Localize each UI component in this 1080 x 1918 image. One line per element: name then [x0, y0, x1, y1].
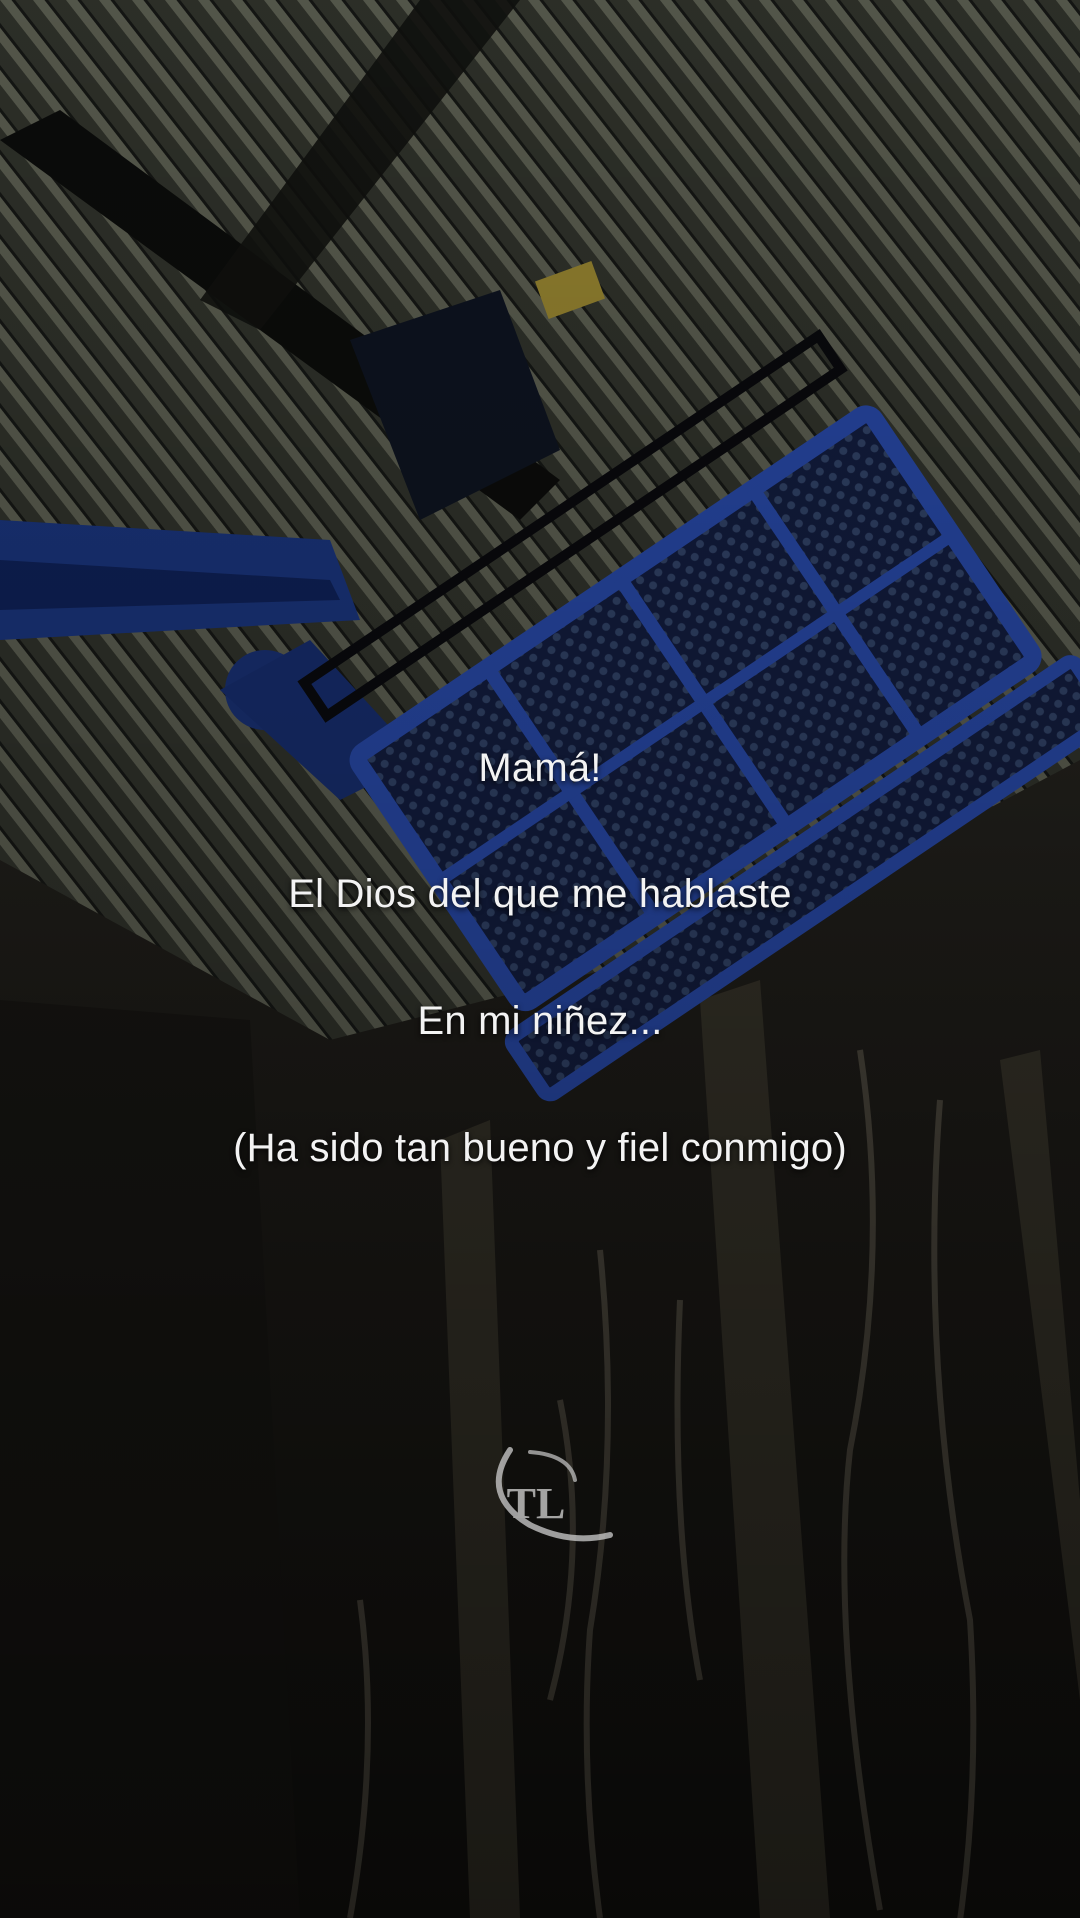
lyric-line-1: Mamá!	[478, 746, 602, 790]
lyric-line-4: (Ha sido tan bueno y fiel conmigo)	[233, 1126, 847, 1170]
watermark-text: TL	[507, 1479, 566, 1528]
video-frame: Mamá! El Dios del que me hablaste En mi …	[0, 0, 1080, 1918]
lyric-line-3: En mi niñez...	[417, 999, 663, 1043]
tl-logo-icon: TL	[495, 1447, 613, 1542]
lyric-line-2: El Dios del que me hablaste	[288, 872, 792, 916]
background-photo	[0, 0, 1080, 1918]
